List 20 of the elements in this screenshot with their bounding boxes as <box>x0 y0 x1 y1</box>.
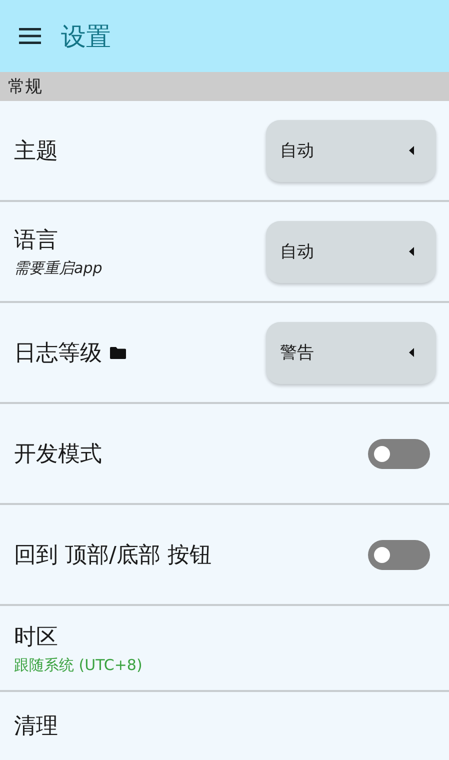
toggle-switch[interactable] <box>368 438 430 468</box>
caret-icon <box>409 146 414 155</box>
menu-icon[interactable] <box>19 28 41 44</box>
setting-label: 主题 <box>14 138 58 166</box>
dropdown[interactable]: 警告 <box>266 322 436 384</box>
caret-icon <box>409 348 414 357</box>
setting-hint: 需要重启app <box>14 259 102 278</box>
dropdown[interactable]: 自动 <box>266 220 436 282</box>
app-title: 设置 <box>61 20 111 52</box>
setting-label: 时区 <box>14 624 58 652</box>
setting-label: 开发模式 <box>14 440 102 468</box>
section-title: 常规 <box>8 76 42 98</box>
setting-value: 跟随系统 (UTC+8) <box>14 656 142 674</box>
setting-label: 日志等级 <box>14 340 102 368</box>
dropdown[interactable]: 自动 <box>266 120 436 182</box>
setting-label: 回到 顶部/底部 按钮 <box>14 542 212 570</box>
toggle-switch[interactable] <box>368 540 430 570</box>
caret-icon <box>409 247 414 256</box>
setting-label: 清理 <box>14 713 58 741</box>
setting-label: 语言 <box>14 227 58 255</box>
